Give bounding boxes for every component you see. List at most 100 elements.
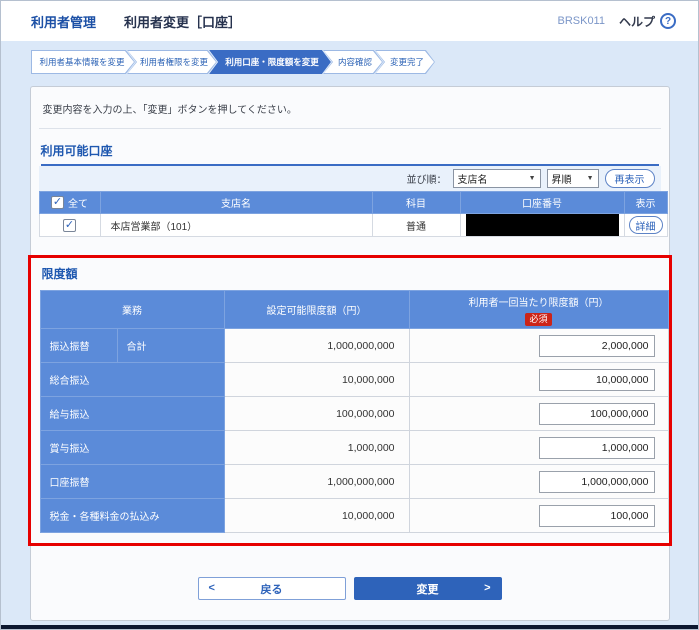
account-row: ✓ 本店営業部（101） 普通 詳細 — [38, 213, 668, 237]
check-icon: ✓ — [64, 218, 75, 231]
redacted-account-number — [465, 214, 619, 236]
page-title: 利用者変更［口座］ — [124, 14, 242, 30]
limit-subcategory: 合計 — [116, 328, 225, 363]
limit-input-cell — [408, 430, 669, 465]
limit-max-value: 1,000,000,000 — [223, 328, 410, 363]
limit-input-kyuyo[interactable] — [538, 402, 655, 425]
accounts-section-title: 利用可能口座 — [40, 142, 659, 166]
accounts-table-header-row: ✓ 全て 支店名 科目 口座番号 表示 — [38, 191, 668, 214]
limit-input-cell — [408, 328, 669, 363]
limit-row-furikomi: 振込振替 合計 1,000,000,000 — [39, 328, 669, 363]
limit-max-value: 1,000,000 — [223, 430, 410, 465]
sort-order-value: 昇順 — [551, 175, 572, 186]
check-icon: ✓ — [52, 196, 63, 208]
limit-row-kofuri: 口座振替 1,000,000,000 — [39, 464, 669, 499]
browser-viewport: 利用者管理 利用者変更［口座］ BRSK011 ヘルプ ? 利用者基本情報を変更… — [0, 0, 699, 630]
caret-down-icon: ▼ — [586, 175, 594, 182]
limit-category: 税金・各種料金の払込み — [39, 498, 225, 533]
limit-input-cell — [408, 362, 669, 397]
limit-input-zeikin[interactable] — [538, 504, 655, 527]
limit-input-shoyo[interactable] — [538, 436, 655, 459]
limits-table-header-row: 業務 設定可能限度額（円） 利用者一回当たり限度額（円） 必須 — [39, 290, 669, 329]
per-use-limit-label: 利用者一回当たり限度額（円） — [468, 297, 609, 309]
limit-row-sogo: 総合振込 10,000,000 — [39, 362, 669, 397]
select-all-label: 全て — [68, 199, 88, 210]
step-label: 変更完了 — [390, 57, 425, 67]
limit-input-kofuri[interactable] — [538, 470, 655, 493]
limit-input-sogo[interactable] — [538, 368, 655, 391]
step-confirm: 内容確認 — [323, 50, 383, 74]
limit-input-cell — [408, 464, 669, 499]
limit-category: 総合振込 — [39, 362, 225, 397]
step-basic-info: 利用者基本情報を変更 — [31, 50, 135, 74]
help-question-icon[interactable]: ? — [660, 13, 676, 29]
header-branch: 支店名 — [99, 191, 373, 214]
limit-row-zeikin: 税金・各種料金の払込み 10,000,000 — [39, 498, 669, 533]
account-number-cell — [459, 213, 625, 237]
limits-highlight-box: 限度額 業務 設定可能限度額（円） 利用者一回当たり限度額（円） 必須 振込振替… — [27, 255, 672, 546]
step-label: 利用者権限を変更 — [140, 57, 209, 67]
footer-bar — [1, 625, 698, 629]
limits-section-title: 限度額 — [41, 267, 78, 281]
account-detail-cell: 詳細 — [623, 213, 668, 237]
screen-code: BRSK011 — [557, 15, 605, 27]
header-display: 表示 — [623, 191, 668, 214]
step-label: 利用者基本情報を変更 — [39, 57, 125, 67]
topbar: 利用者管理 利用者変更［口座］ BRSK011 ヘルプ ? — [1, 1, 698, 41]
header-business: 業務 — [39, 290, 225, 329]
caret-down-icon: ▼ — [528, 175, 536, 182]
select-all-checkbox[interactable]: ✓ — [51, 196, 64, 209]
limit-row-kyuyo: 給与振込 100,000,000 — [39, 396, 669, 431]
account-checkbox-cell: ✓ — [38, 213, 101, 237]
limit-max-value: 100,000,000 — [223, 396, 410, 431]
step-label: 内容確認 — [338, 57, 373, 67]
submit-button-label: 変更 — [416, 583, 439, 596]
account-type: 普通 — [371, 213, 461, 237]
detail-button[interactable]: 詳細 — [628, 216, 663, 234]
limit-category: 賞与振込 — [39, 430, 225, 465]
available-accounts-section: 利用可能口座 並び順： 支店名 ▼ 昇順 ▼ 再表示 ✓ 全て 支店名 科目 口… — [38, 142, 668, 237]
back-button[interactable]: < 戻る — [197, 577, 346, 600]
step-breadcrumb: 利用者基本情報を変更 利用者権限を変更 利用口座・限度額を変更 内容確認 変更完… — [31, 50, 698, 74]
sort-order-select[interactable]: 昇順 ▼ — [546, 169, 599, 188]
chevron-right-icon: > — [484, 582, 491, 594]
account-checkbox[interactable]: ✓ — [63, 218, 76, 232]
back-button-label: 戻る — [260, 583, 283, 596]
action-buttons: < 戻る 変更 > — [39, 577, 661, 600]
help-link[interactable]: ヘルプ ? — [619, 13, 676, 30]
limit-max-value: 1,000,000,000 — [223, 464, 410, 499]
sort-key-select[interactable]: 支店名 ▼ — [452, 169, 541, 188]
header-type: 科目 — [371, 191, 461, 214]
limit-max-value: 10,000,000 — [223, 362, 410, 397]
required-badge: 必須 — [525, 312, 552, 326]
chevron-left-icon: < — [208, 582, 215, 594]
limit-input-cell — [408, 498, 669, 533]
accounts-table: ✓ 全て 支店名 科目 口座番号 表示 ✓ 本店営業部（101） 普通 詳細 — [38, 191, 668, 237]
limit-input-cell — [408, 396, 669, 431]
limit-category: 振込振替 — [39, 328, 118, 363]
topbar-right: BRSK011 ヘルプ ? — [557, 13, 676, 30]
sort-toolbar: 並び順： 支店名 ▼ 昇順 ▼ 再表示 — [38, 166, 661, 191]
step-label: 利用口座・限度額を変更 — [225, 57, 319, 67]
step-accounts-limits: 利用口座・限度額を変更 — [209, 50, 331, 74]
header-number: 口座番号 — [459, 191, 625, 214]
limits-table: 業務 設定可能限度額（円） 利用者一回当たり限度額（円） 必須 振込振替 合計 … — [39, 290, 669, 533]
app-title: 利用者管理 — [31, 14, 97, 30]
header-select-all: ✓ 全て — [38, 191, 101, 214]
limit-input-furikomi[interactable] — [538, 334, 655, 357]
step-permissions: 利用者権限を変更 — [127, 50, 217, 74]
content-panel: 変更内容を入力の上、「変更」ボタンを押してください。 利用可能口座 並び順： 支… — [27, 86, 672, 621]
limit-row-shoyo: 賞与振込 1,000,000 — [39, 430, 669, 465]
sort-label: 並び順： — [406, 175, 447, 186]
account-branch: 本店営業部（101） — [99, 213, 373, 237]
help-label: ヘルプ — [618, 14, 655, 29]
refresh-button[interactable]: 再表示 — [604, 169, 655, 188]
header-settable-limit: 設定可能限度額（円） — [223, 290, 410, 329]
limit-category: 給与振込 — [39, 396, 225, 431]
sort-key-value: 支店名 — [457, 175, 488, 186]
submit-button[interactable]: 変更 > — [353, 577, 502, 600]
step-complete: 変更完了 — [375, 50, 435, 74]
limit-max-value: 10,000,000 — [223, 498, 410, 533]
instruction-text: 変更内容を入力の上、「変更」ボタンを押してください。 — [38, 87, 661, 129]
header-per-use-limit: 利用者一回当たり限度額（円） 必須 — [408, 290, 669, 329]
